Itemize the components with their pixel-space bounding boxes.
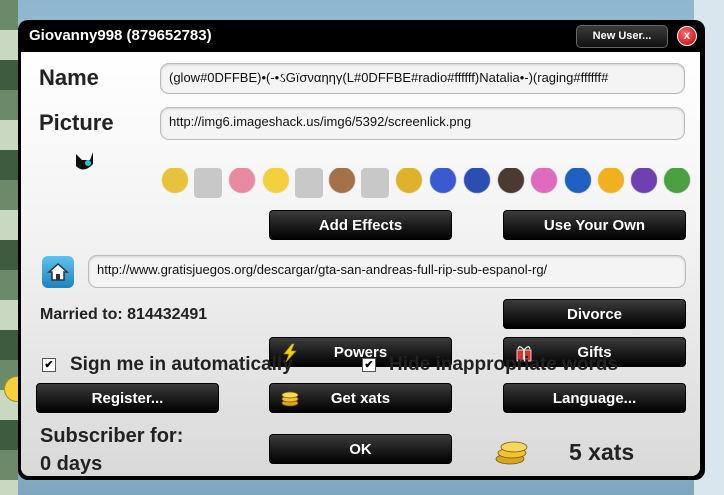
get-xats-label: Get xats (330, 390, 391, 407)
sign-in-auto-checkbox[interactable]: ✔ (42, 358, 56, 372)
language-button[interactable]: Language... (503, 383, 686, 413)
avatar-blank-icon[interactable] (194, 168, 222, 198)
divorce-button[interactable]: Divorce (503, 299, 686, 329)
get-xats-button[interactable]: Get xats (269, 383, 452, 413)
close-icon[interactable]: x (677, 26, 697, 46)
sign-in-auto-label: Sign me in automatically (70, 354, 293, 375)
avatar-hat-guy-icon[interactable] (161, 168, 189, 198)
xats-coins-icon (494, 438, 530, 466)
powers-label: Powers (333, 344, 388, 361)
avatar-batman-icon[interactable] (564, 168, 592, 198)
avatar-pink-bubble-icon[interactable] (530, 168, 558, 198)
home-icon[interactable] (42, 256, 74, 288)
hide-words-checkbox[interactable]: ✔ (362, 358, 376, 372)
current-avatar-icon (73, 150, 95, 174)
picture-label: Picture (39, 110, 114, 135)
avatar-blank-icon[interactable] (361, 168, 389, 198)
ok-button[interactable]: OK (269, 434, 452, 464)
picture-url-input[interactable]: http://img6.imageshack.us/img6/5392/scre… (160, 107, 685, 140)
avatar-police-icon[interactable] (429, 168, 457, 198)
subscriber-label: Subscriber for: (40, 425, 184, 447)
avatar-pink-creature-icon[interactable] (228, 168, 256, 198)
avatar-pacman-icon[interactable] (597, 168, 625, 198)
register-button[interactable]: Register... (36, 383, 219, 413)
add-effects-button[interactable]: Add Effects (269, 210, 452, 240)
dialog-title: Giovanny998 (879652783) (29, 27, 212, 44)
avatar-dark-hair-icon[interactable] (497, 168, 525, 198)
profile-dialog: Giovanny998 (879652783) New User... x Na… (18, 20, 705, 480)
avatar-green-runner-icon[interactable] (663, 168, 691, 198)
coins-icon (281, 391, 299, 407)
subscriber-days: 0 days (40, 453, 103, 475)
avatar-blank-icon[interactable] (295, 168, 323, 198)
title-bar[interactable]: Giovanny998 (879652783) New User... x (18, 20, 705, 52)
background-chat-strip (0, 0, 18, 495)
avatar-bart-icon[interactable] (262, 168, 290, 198)
married-to-label: Married to: 814432491 (40, 306, 208, 323)
avatar-ninja-icon[interactable] (463, 168, 491, 198)
dialog-panel: Name (glow#0DFFBE)•(-•ઽGïσναηηγ(L#0DFFBE… (21, 52, 700, 476)
xats-balance: 5 xats (569, 439, 635, 465)
name-label: Name (39, 65, 99, 90)
hide-words-label: Hide inappropriate words (389, 354, 619, 375)
avatar-wizard-icon[interactable] (630, 168, 658, 198)
new-user-button[interactable]: New User... (576, 25, 668, 48)
name-input[interactable]: (glow#0DFFBE)•(-•ઽGïσναηηγ(L#0DFFBE#radi… (160, 63, 685, 94)
use-your-own-button[interactable]: Use Your Own (503, 210, 686, 240)
avatar-top-hat-icon[interactable] (395, 168, 423, 198)
homepage-url-input[interactable]: http://www.gratisjuegos.org/descargar/gt… (88, 255, 686, 288)
avatar-old-man-icon[interactable] (328, 168, 356, 198)
